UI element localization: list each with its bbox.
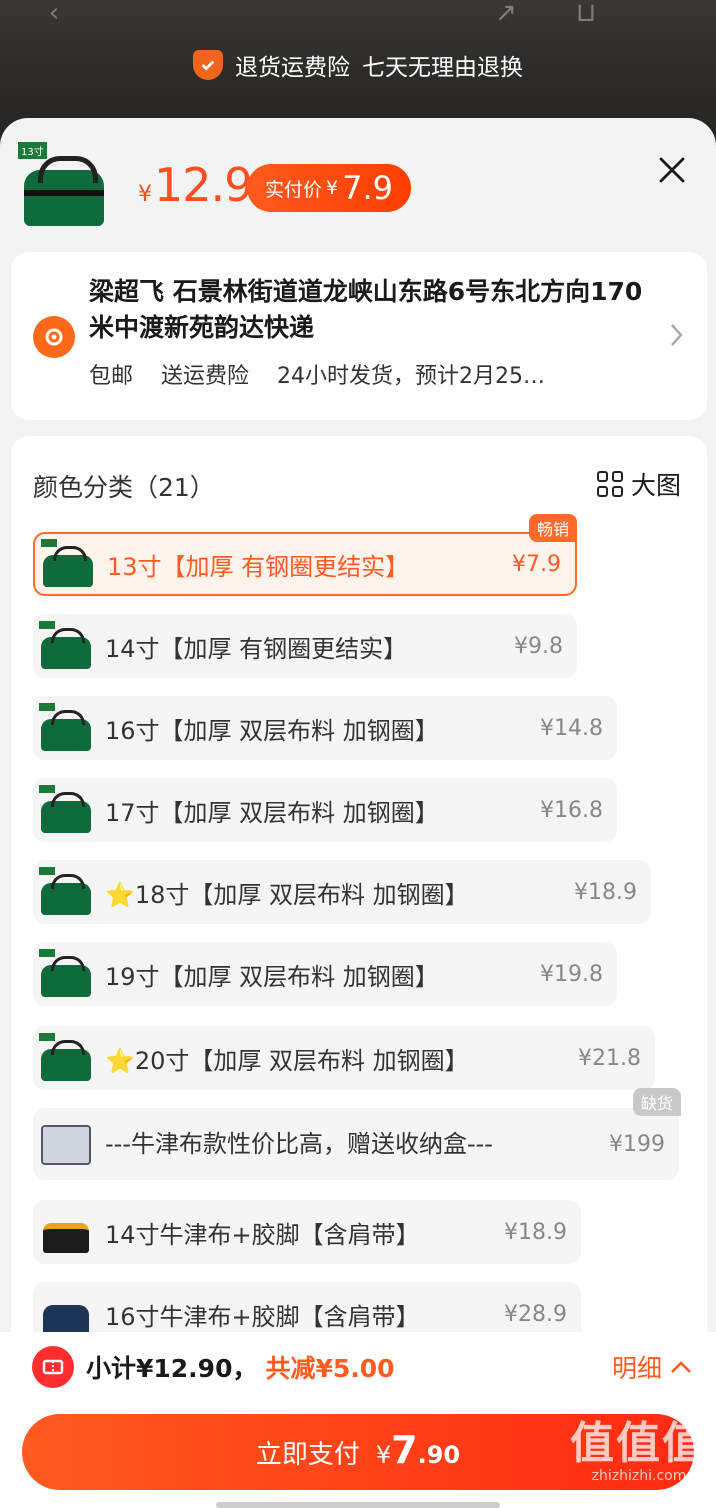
pay-decimal: .90: [417, 1441, 461, 1469]
watermark-logo: 值值值 zhizhizhi.com: [570, 1418, 708, 1485]
sku-thumbnail: [39, 1119, 95, 1169]
pay-symbol: ¥: [375, 1441, 392, 1469]
sku-price: ¥7.9: [512, 551, 561, 577]
sku-option[interactable]: 17寸【加厚 双层布料 加钢圈】 ¥16.8: [33, 778, 617, 842]
price-value: 12.9: [154, 158, 253, 212]
thumb-tag: 13寸: [18, 142, 47, 159]
sku-option[interactable]: ⭐20寸【加厚 双层布料 加钢圈】 ¥21.8: [33, 1026, 655, 1090]
returns-text: 七天无理由退换: [362, 55, 523, 81]
address-card[interactable]: 梁超飞 石景林街道道龙峡山东路6号东北方向170米中渡新苑韵达快递 包邮 送运费…: [11, 252, 707, 420]
watermark-site: zhizhizhi.com: [591, 1468, 687, 1484]
sku-label: ⭐18寸【加厚 双层布料 加钢圈】: [105, 880, 469, 909]
sku-price: ¥18.9: [574, 879, 637, 905]
sku-option[interactable]: 14寸牛津布+胶脚【含肩带】 ¥18.9: [33, 1200, 581, 1264]
sku-option[interactable]: ⭐18寸【加厚 双层布料 加钢圈】 ¥18.9: [33, 860, 651, 924]
watermark-text: 值值值: [570, 1418, 708, 1469]
pay-amount: 7: [391, 1428, 418, 1472]
big-picture-label: 大图: [630, 471, 681, 500]
sku-section-title: 颜色分类（21）: [33, 473, 215, 502]
address-text: 梁超飞 石景林街道道龙峡山东路6号东北方向170米中渡新苑韵达快递: [89, 277, 643, 342]
back-icon: ‹: [48, 0, 60, 28]
location-icon: [33, 316, 75, 358]
sku-bottom-sheet: 13寸 ¥ 12.9 实付价 ¥ 7.9 梁超飞 石景林街道道龙峡山东路6号东北…: [0, 118, 716, 1508]
sku-label: 19寸【加厚 双层布料 加钢圈】: [105, 962, 439, 991]
discount-text: 共减¥5.00: [265, 1354, 395, 1383]
sku-label: 14寸牛津布+胶脚【含肩带】: [105, 1220, 420, 1249]
sku-thumbnail: [39, 703, 95, 753]
sku-label: 17寸【加厚 双层布料 加钢圈】: [105, 798, 439, 827]
sku-price: ¥21.8: [578, 1045, 641, 1071]
pay-label: 立即支付: [255, 1440, 360, 1470]
sku-price: ¥14.8: [540, 715, 603, 741]
checkout-bar: 小计¥12.90， 共减¥5.00 明细 立即支付 ¥ 7 .90 值值值 zh…: [0, 1332, 716, 1508]
cart-icon: ⊔: [575, 0, 597, 28]
sku-price: ¥9.8: [514, 633, 563, 659]
grid-icon: [596, 471, 623, 497]
free-shipping-tag: 包邮: [89, 364, 134, 389]
sku-thumbnail: [39, 949, 95, 999]
subtotal-text: 小计¥12.90，: [86, 1354, 258, 1383]
sku-thumbnail: [39, 621, 95, 671]
sku-price: ¥199: [609, 1131, 665, 1157]
sku-thumbnail: [39, 785, 95, 835]
sku-label: ---牛津布款性价比高，赠送收纳盒---: [105, 1130, 493, 1158]
service-banner: 退货运费险 七天无理由退换: [0, 48, 716, 82]
big-picture-toggle[interactable]: 大图: [596, 466, 681, 502]
sku-price: ¥19.8: [540, 961, 603, 987]
sku-label: 16寸牛津布+胶脚【含肩带】: [105, 1302, 420, 1331]
price-symbol: ¥: [138, 182, 152, 207]
delivery-time-tag: 24小时发货，预计2月25…: [277, 364, 546, 389]
delivery-tags: 包邮 送运费险 24小时发货，预计2月25…: [89, 358, 545, 390]
price-summary: 小计¥12.90， 共减¥5.00 明细: [32, 1346, 692, 1388]
shield-icon: [193, 50, 223, 80]
real-price-badge: 实付价 ¥ 7.9: [247, 164, 411, 212]
product-thumbnail[interactable]: 13寸: [16, 140, 112, 236]
sku-price: ¥18.9: [504, 1219, 567, 1245]
shipping-insurance-tag: 送运费险: [161, 364, 250, 389]
real-price-symbol: ¥: [326, 177, 339, 199]
sheet-header: 13寸 ¥ 12.9 实付价 ¥ 7.9: [0, 118, 716, 248]
sku-option[interactable]: 14寸【加厚 有钢圈更结实】 ¥9.8: [33, 614, 577, 678]
detail-label: 明细: [611, 1354, 662, 1383]
bestseller-badge: 畅销: [528, 514, 577, 542]
bag-image: [24, 156, 104, 226]
sku-price: ¥16.8: [540, 797, 603, 823]
sku-label: ⭐20寸【加厚 双层布料 加钢圈】: [105, 1046, 469, 1075]
chevron-up-icon: [671, 1361, 691, 1373]
insurance-text: 退货运费险: [235, 55, 350, 81]
chevron-right-icon: [671, 324, 683, 346]
sku-option[interactable]: 13寸【加厚 有钢圈更结实】 ¥7.9 畅销: [33, 514, 577, 596]
price-detail-button[interactable]: 明细: [612, 1349, 692, 1385]
sku-thumbnail: [39, 867, 95, 917]
share-icon: ↗: [495, 0, 517, 28]
sku-option[interactable]: 19寸【加厚 双层布料 加钢圈】 ¥19.8: [33, 942, 617, 1006]
real-price-value: 7.9: [342, 169, 393, 207]
sku-thumbnail: [39, 1207, 95, 1257]
coupon-icon: [32, 1346, 74, 1388]
sold-out-badge: 缺货: [632, 1088, 681, 1116]
sku-label: 16寸【加厚 双层布料 加钢圈】: [105, 716, 439, 745]
sku-thumbnail: [41, 539, 97, 589]
sku-label: 14寸【加厚 有钢圈更结实】: [105, 634, 408, 663]
sku-selector: 颜色分类（21） 大图 13寸【加厚 有钢圈更结实】 ¥7.9 畅销 14寸【加…: [11, 436, 707, 1356]
sku-option[interactable]: ---牛津布款性价比高，赠送收纳盒--- ¥199 缺货: [33, 1088, 681, 1180]
sku-option[interactable]: 16寸【加厚 双层布料 加钢圈】 ¥14.8: [33, 696, 617, 760]
sku-thumbnail: [39, 1033, 95, 1083]
close-icon[interactable]: [658, 156, 686, 184]
product-price: ¥ 12.9: [138, 158, 253, 212]
sku-price: ¥28.9: [504, 1301, 567, 1327]
real-price-label: 实付价: [265, 178, 323, 201]
home-indicator[interactable]: [216, 1502, 500, 1508]
sku-label: 13寸【加厚 有钢圈更结实】: [107, 552, 410, 581]
